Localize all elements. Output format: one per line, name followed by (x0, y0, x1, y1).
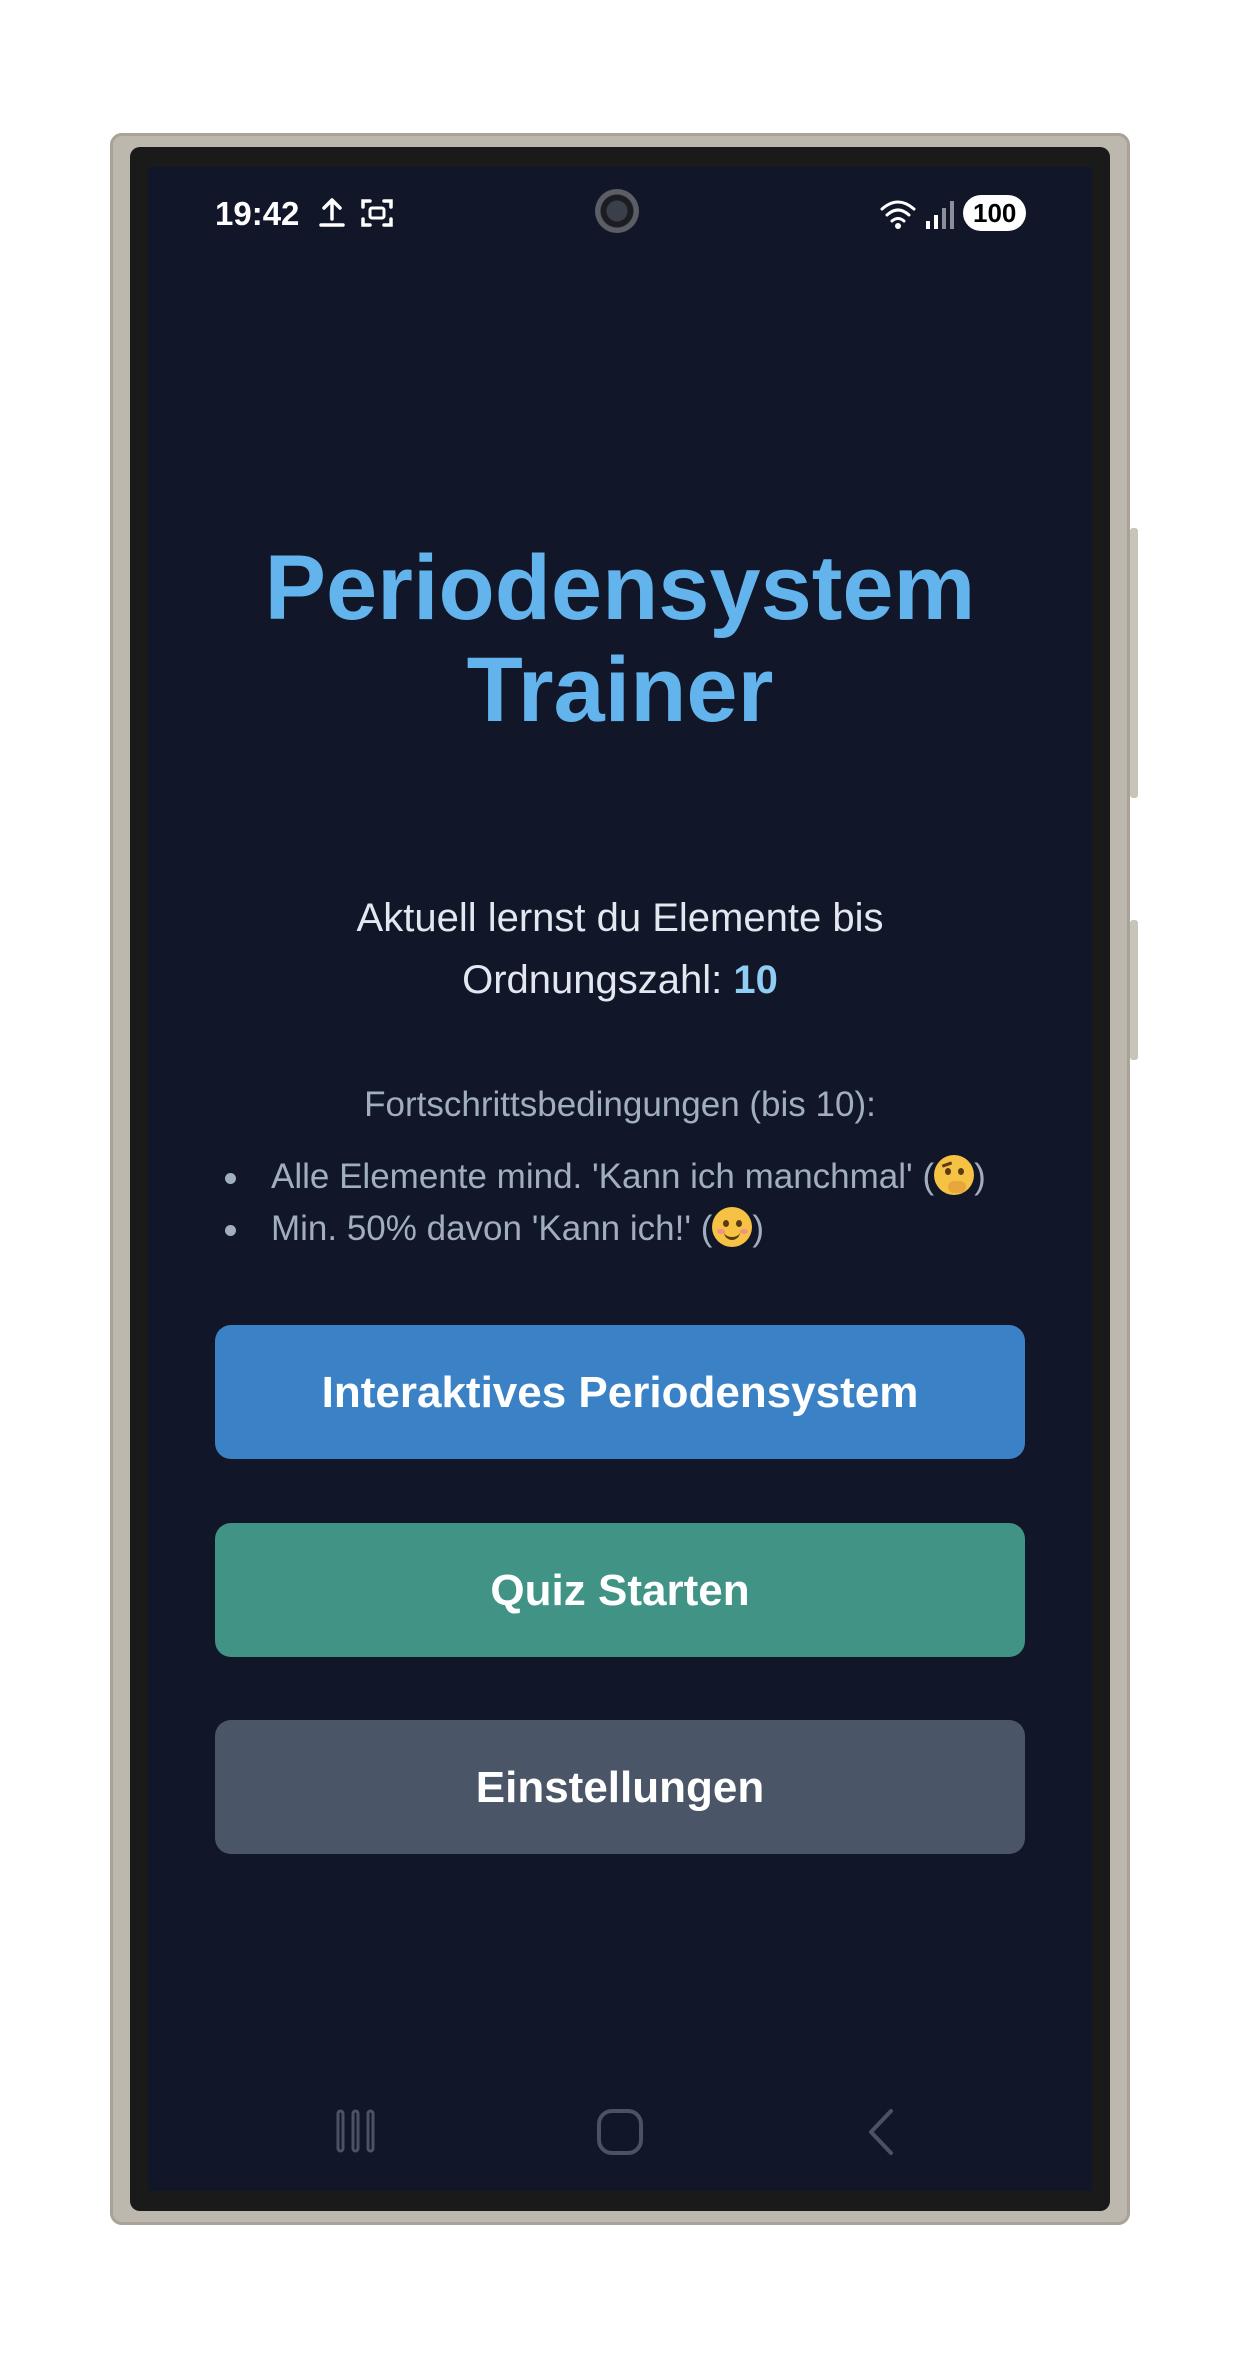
status-time: 19:42 (215, 195, 300, 232)
condition-item: Alle Elemente mind. 'Kann ich manchmal' … (215, 1151, 1035, 1203)
screenshot-icon (361, 199, 393, 227)
camera-cutout (595, 189, 639, 233)
page-title-line2: Trainer (466, 639, 774, 741)
volume-button (1130, 528, 1138, 798)
screen: 19:42 100 Periodensystem Trainer Aktuell… (148, 167, 1092, 2191)
level-info-text: Aktuell lernst du Elemente bis Ordnungsz… (356, 896, 884, 1002)
power-button (1130, 920, 1138, 1060)
recent-apps-icon[interactable] (333, 2107, 379, 2155)
condition-text: Min. 50% davon 'Kann ich!' ( (271, 1209, 713, 1248)
level-value: 10 (733, 958, 778, 1002)
condition-text: Alle Elemente mind. 'Kann ich manchmal' … (271, 1157, 935, 1196)
thinking-face-emoji (934, 1155, 975, 1195)
smiling-face-emoji (712, 1207, 753, 1247)
condition-suffix: ) (974, 1157, 986, 1196)
page-title-line1: Periodensystem (264, 537, 976, 639)
condition-item: Min. 50% davon 'Kann ich!' () (215, 1203, 1035, 1255)
start-quiz-button[interactable]: Quiz Starten (215, 1523, 1025, 1657)
upload-icon (319, 198, 345, 227)
phone-bezel: 19:42 100 Periodensystem Trainer Aktuell… (130, 147, 1110, 2211)
level-info: Aktuell lernst du Elemente bis Ordnungsz… (248, 887, 992, 1011)
phone-frame: 19:42 100 Periodensystem Trainer Aktuell… (110, 133, 1138, 2225)
conditions-list: Alle Elemente mind. 'Kann ich manchmal' … (215, 1151, 1035, 1255)
settings-button[interactable]: Einstellungen (215, 1720, 1025, 1854)
signal-icon (926, 201, 954, 229)
home-icon[interactable] (595, 2107, 645, 2157)
battery-indicator: 100 (963, 195, 1027, 231)
wifi-icon (880, 200, 916, 229)
back-icon[interactable] (863, 2107, 899, 2157)
page-title: Periodensystem Trainer (148, 537, 1092, 741)
periodic-table-button[interactable]: Interaktives Periodensystem (215, 1325, 1025, 1459)
conditions-heading: Fortschrittsbedingungen (bis 10): (364, 1085, 876, 1124)
condition-suffix: ) (752, 1209, 765, 1248)
